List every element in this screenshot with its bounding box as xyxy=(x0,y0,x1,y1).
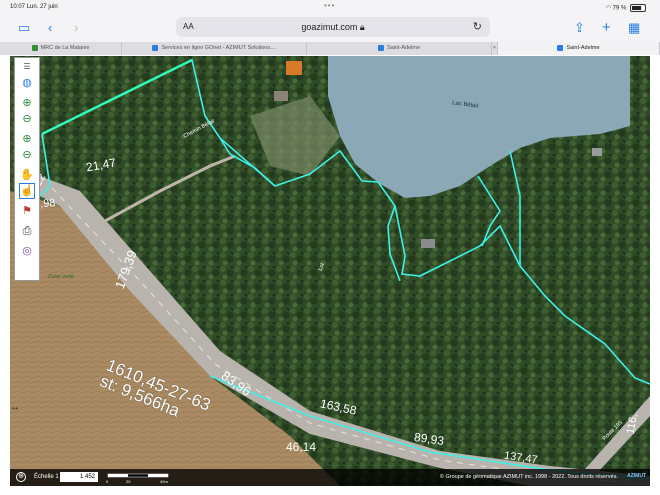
zoom-in-icon[interactable]: ⊕ xyxy=(20,96,34,110)
battery-icon xyxy=(630,4,646,12)
print-icon[interactable]: ⎙ xyxy=(20,224,34,238)
globe-icon[interactable]: ◍ xyxy=(20,76,34,90)
map-view[interactable]: Lac Bélair Chemin Bélair Zone verte Lot … xyxy=(10,56,650,486)
house-roof xyxy=(286,61,302,75)
favicon-icon xyxy=(152,44,159,51)
multitask-dots-icon[interactable]: ••• xyxy=(324,1,335,10)
zoom-out-icon[interactable]: ⊖ xyxy=(20,112,34,126)
aerial-map[interactable] xyxy=(10,56,650,486)
copyright-text: © Groupe de géomatique AZIMUT inc. 1998 … xyxy=(439,474,618,480)
status-bar: 10:07 Lun. 27 juin ••• ◠ 79 % xyxy=(0,0,660,14)
favicon-icon xyxy=(31,44,38,51)
scale-tick: 40m xyxy=(160,479,168,484)
zoom-in-icon[interactable]: ⊕ xyxy=(20,132,34,146)
address-bar[interactable]: AA goazimut.com 🔒︎ ↻ xyxy=(176,17,490,37)
select-hand-icon[interactable]: ☝ xyxy=(19,183,35,199)
map-tool-palette: ☰ ◍ ⊕ ⊖ ⊕ ⊖ ✋ ☝ ⚑ ⎙ ◎ xyxy=(14,57,40,281)
favicon-icon xyxy=(557,44,564,51)
house-roof xyxy=(421,239,435,248)
zone-label: Zone verte xyxy=(48,274,75,280)
layers-icon[interactable]: ☰ xyxy=(20,60,34,74)
tab-saint-adelme[interactable]: Saint-Adelme xyxy=(307,42,492,55)
new-tab-icon[interactable]: + xyxy=(602,20,611,36)
sidebar-toggle-icon[interactable]: ▭ xyxy=(18,20,30,36)
lock-icon: 🔒︎ xyxy=(359,22,365,32)
url-text[interactable]: goazimut.com 🔒︎ xyxy=(176,22,490,33)
measure-globe-icon[interactable]: ◎ xyxy=(20,244,34,258)
scale-input[interactable]: 1 452 xyxy=(60,472,98,482)
globe-icon[interactable]: ⊕ xyxy=(16,472,26,482)
scale-tick: 20 xyxy=(126,479,131,484)
tab-saint-adelme-active[interactable]: Saint-Adelme xyxy=(498,42,660,55)
back-button[interactable]: ‹ xyxy=(48,20,52,36)
wifi-icon: ◠ xyxy=(605,5,611,12)
scale-tick: 0 xyxy=(106,479,109,484)
azimut-logo: AZIMUT xyxy=(627,473,646,479)
house-roof xyxy=(274,91,288,101)
share-icon[interactable]: ⇪ xyxy=(574,20,585,36)
tab-gonet[interactable]: Services en ligne GOnet - AZIMUT Solutio… xyxy=(122,42,307,55)
map-status-bar: ⊕ Échelle 1 : 1 452 0 20 40m © Groupe de… xyxy=(10,469,650,486)
tab-overview-icon[interactable]: ▦ xyxy=(628,20,640,36)
battery-indicator: ◠ 79 % xyxy=(606,4,646,12)
tab-strip: MRC de La Matanie Services en ligne GOne… xyxy=(0,42,660,55)
scale-label: Échelle 1 : xyxy=(34,474,63,480)
favicon-icon xyxy=(377,44,384,51)
forward-button[interactable]: › xyxy=(74,20,78,36)
zoom-out-icon[interactable]: ⊖ xyxy=(20,148,34,162)
dimension-label: 46,14 xyxy=(286,440,317,454)
info-pin-icon[interactable]: ⚑ xyxy=(20,204,34,218)
reload-icon[interactable]: ↻ xyxy=(473,20,482,33)
status-time: 10:07 Lun. 27 juin xyxy=(10,4,58,10)
hand-pan-icon[interactable]: ✋ xyxy=(20,168,34,182)
tab-mrc[interactable]: MRC de La Matanie xyxy=(0,42,122,55)
expand-handle-icon[interactable]: ↔ xyxy=(10,402,20,413)
house-roof xyxy=(592,148,602,156)
browser-toolbar: ▭ ‹ › AA goazimut.com 🔒︎ ↻ ⇪ + ▦ xyxy=(0,14,660,42)
